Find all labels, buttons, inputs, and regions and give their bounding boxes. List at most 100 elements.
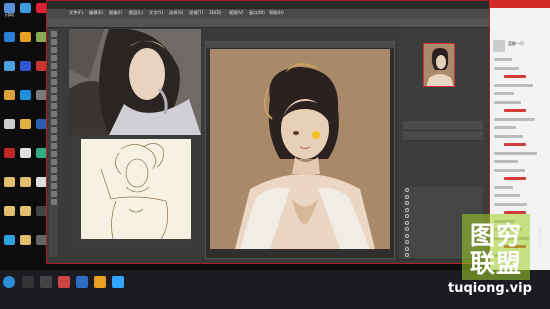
desktop-icon[interactable] — [18, 32, 33, 42]
taskbar-app-icon[interactable] — [22, 276, 34, 288]
tool-button[interactable] — [50, 183, 57, 189]
taskbar-app-icon[interactable] — [94, 276, 106, 288]
menu-item[interactable]: 视图(V) — [229, 10, 244, 16]
visibility-eye-icon[interactable] — [405, 220, 409, 225]
tool-button[interactable] — [50, 63, 57, 69]
tool-button[interactable] — [50, 71, 57, 77]
visibility-eye-icon[interactable] — [405, 188, 409, 192]
tool-button[interactable] — [50, 39, 57, 45]
visibility-eye-icon[interactable] — [405, 201, 409, 205]
visibility-eye-icon[interactable] — [405, 227, 409, 231]
menu-item[interactable]: 滤镜(T) — [189, 10, 203, 16]
reference-photo-document[interactable] — [69, 29, 201, 135]
tool-button[interactable] — [50, 159, 57, 165]
document-tab[interactable] — [206, 42, 394, 48]
visibility-eye-icon[interactable] — [405, 207, 409, 212]
tool-button[interactable] — [50, 87, 57, 93]
layer-row[interactable] — [403, 121, 483, 131]
desktop-icon[interactable] — [2, 148, 17, 158]
tool-button[interactable] — [50, 151, 57, 157]
menu-item[interactable]: 窗口(W) — [249, 10, 265, 16]
visibility-eye-icon[interactable] — [405, 253, 409, 257]
reference-photo-image — [69, 29, 201, 135]
desktop-icon-glyph — [4, 206, 15, 216]
desktop-icon[interactable] — [2, 32, 17, 42]
desktop-icon[interactable]: 计算机 — [2, 3, 17, 17]
desktop-icon-glyph — [4, 90, 15, 100]
desktop-icon[interactable] — [2, 61, 17, 71]
taskbar-app-icon[interactable] — [76, 276, 88, 288]
tool-button[interactable] — [50, 111, 57, 117]
desktop-icon[interactable] — [2, 119, 17, 129]
desktop-icon[interactable] — [18, 235, 33, 245]
desktop-icon[interactable] — [18, 61, 33, 71]
menu-item[interactable]: 编辑(E) — [89, 10, 103, 16]
menu-item[interactable]: 选择(S) — [169, 10, 183, 16]
desktop-icon[interactable] — [2, 235, 17, 245]
desktop-icon[interactable] — [18, 90, 33, 100]
tool-button[interactable] — [50, 191, 57, 197]
desktop-icon[interactable] — [18, 119, 33, 129]
desktop-icon[interactable] — [18, 148, 33, 158]
menu-item[interactable]: 文字(Y) — [149, 10, 163, 16]
taskbar-app-icon[interactable] — [40, 276, 52, 288]
menu-item[interactable]: 3D(D) — [209, 10, 221, 15]
visibility-eye-icon[interactable] — [405, 240, 409, 244]
desktop-icon-glyph — [4, 3, 15, 13]
layer-row[interactable] — [403, 131, 483, 141]
tool-button[interactable] — [50, 127, 57, 133]
navigator-thumbnail[interactable] — [423, 43, 455, 87]
tool-button[interactable] — [50, 103, 57, 109]
taskbar-app-icon[interactable] — [58, 276, 70, 288]
chat-message-line — [494, 160, 518, 163]
tool-button[interactable] — [50, 79, 57, 85]
chat-message-line — [504, 109, 526, 112]
chat-message-line — [494, 100, 521, 104]
main-painting-document[interactable] — [205, 41, 395, 259]
tool-button[interactable] — [50, 31, 57, 37]
visibility-eye-icon[interactable] — [405, 246, 409, 251]
desktop-icon-glyph — [4, 177, 15, 187]
tool-button[interactable] — [50, 175, 57, 181]
menu-item[interactable]: 图层(L) — [129, 10, 143, 16]
start-button[interactable] — [3, 276, 15, 288]
visibility-eye-icon[interactable] — [405, 194, 409, 199]
chat-message-line — [494, 58, 512, 61]
tool-button[interactable] — [50, 143, 57, 149]
desktop-icon[interactable] — [18, 206, 33, 216]
chat-header — [490, 0, 550, 8]
avatar[interactable] — [493, 40, 505, 52]
visibility-eye-icon[interactable] — [405, 214, 409, 218]
tool-button[interactable] — [50, 167, 57, 173]
chat-message-line — [494, 83, 533, 87]
chat-message-line — [504, 143, 526, 146]
desktop-icon-glyph — [20, 177, 31, 187]
watermark-url: tuqiong.vip — [448, 281, 532, 296]
sketch-image — [100, 143, 168, 239]
desktop-icon-glyph — [4, 61, 15, 71]
desktop-icon[interactable] — [18, 3, 33, 13]
desktop-icon-glyph — [20, 3, 31, 13]
chat-message-line — [494, 194, 520, 197]
desktop-icon[interactable] — [2, 90, 17, 100]
painting-canvas[interactable] — [210, 49, 390, 249]
menu-item[interactable]: 图像(I) — [109, 10, 122, 16]
menu-item[interactable]: 文件(F) — [69, 10, 83, 16]
desktop-icon[interactable] — [18, 177, 33, 187]
tool-button[interactable] — [50, 47, 57, 53]
desktop-icon[interactable] — [2, 177, 17, 187]
menu-item[interactable]: 帮助(H) — [269, 10, 284, 16]
photoshop-taskbar-icon[interactable] — [112, 276, 124, 288]
sketch-document[interactable] — [69, 137, 197, 249]
desktop-icon-glyph — [4, 32, 15, 42]
ps-titlebar — [47, 1, 489, 9]
tool-button[interactable] — [50, 55, 57, 61]
desktop-icon[interactable] — [2, 206, 17, 216]
ps-options-bar — [47, 18, 489, 28]
desktop-icon-glyph — [20, 32, 31, 42]
tool-button[interactable] — [50, 119, 57, 125]
visibility-eye-icon[interactable] — [405, 233, 409, 238]
tool-button[interactable] — [50, 95, 57, 101]
tool-button[interactable] — [50, 135, 57, 141]
tool-button[interactable] — [50, 199, 57, 205]
